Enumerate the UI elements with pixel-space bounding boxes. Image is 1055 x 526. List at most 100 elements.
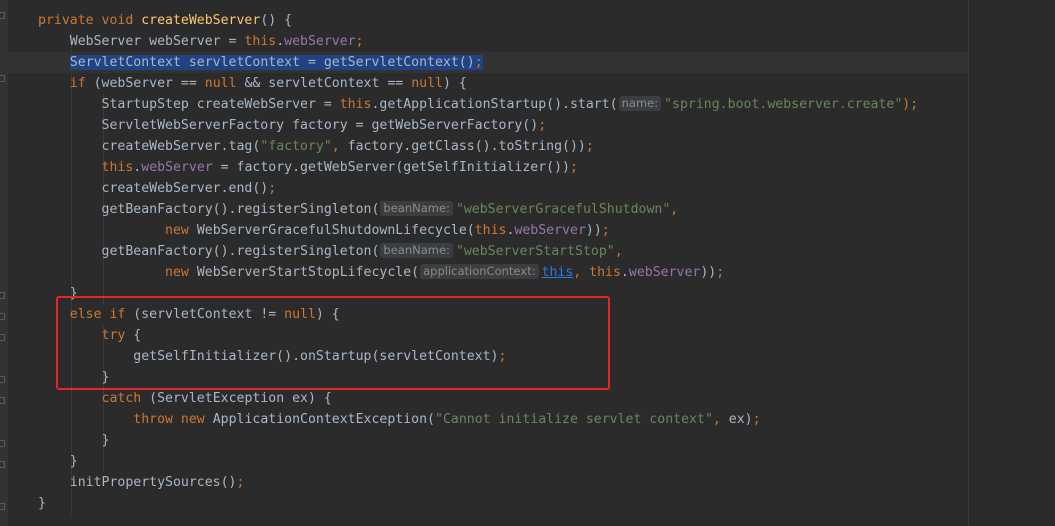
code-token: && servletContext == xyxy=(244,76,412,91)
code-line[interactable]: initPropertySources(); xyxy=(38,472,245,493)
code-line[interactable]: new WebServerStartStopLifecycle(applicat… xyxy=(38,262,724,283)
parameter-hint: beanName: xyxy=(380,201,453,216)
code-token: "Cannot initialize servlet context" xyxy=(435,412,713,427)
code-token: ; xyxy=(601,223,610,238)
code-line[interactable]: createWebServer.end(); xyxy=(38,178,277,199)
code-line[interactable]: if (webServer == null && servletContext … xyxy=(38,73,467,94)
code-token: private void xyxy=(38,13,142,28)
code-token: ApplicationContextException( xyxy=(212,412,435,427)
code-token: createWebServer.end() xyxy=(38,181,269,196)
code-token: ; xyxy=(355,34,364,49)
code-token[interactable]: this xyxy=(542,265,574,280)
code-token: , xyxy=(331,139,348,154)
code-token: , xyxy=(670,202,679,217)
code-token: new xyxy=(165,265,197,280)
code-token: )) xyxy=(700,265,717,280)
code-line[interactable]: ServletWebServerFactory factory = getWeb… xyxy=(38,115,547,136)
fold-marker-icon[interactable] xyxy=(0,12,5,19)
fold-marker-icon[interactable] xyxy=(0,334,5,341)
code-token: . xyxy=(276,34,285,49)
fold-marker-icon[interactable] xyxy=(0,292,5,299)
fold-marker-icon[interactable] xyxy=(0,75,5,82)
code-line[interactable]: private void createWebServer() { xyxy=(38,10,292,31)
code-token: , xyxy=(614,244,623,259)
code-token: this xyxy=(101,160,134,175)
code-token: if xyxy=(69,76,94,91)
code-token: initPropertySources() xyxy=(38,475,237,490)
code-token: () { xyxy=(260,13,293,28)
code-token: this xyxy=(244,34,277,49)
code-token: ex) xyxy=(728,412,753,427)
code-token: createWebServer xyxy=(141,13,261,28)
code-token: . xyxy=(620,265,629,280)
code-token: "webServerGracefulShutdown" xyxy=(455,202,671,217)
code-token: ; xyxy=(716,265,725,280)
code-line[interactable]: this.webServer = factory.getWebServer(ge… xyxy=(38,157,578,178)
code-token: "spring.boot.webserver.create" xyxy=(664,97,903,112)
code-token: } xyxy=(38,496,46,511)
code-token: factory.getClass().toString()) xyxy=(347,139,586,154)
code-token: null xyxy=(204,76,245,91)
code-token: null xyxy=(411,76,443,91)
code-line[interactable]: } xyxy=(38,430,110,451)
parameter-hint: applicationContext: xyxy=(420,264,539,279)
code-line[interactable]: ServletContext servletContext = getServl… xyxy=(0,52,968,73)
code-token: webServer xyxy=(284,34,356,49)
code-line[interactable]: new WebServerGracefulShutdownLifecycle(t… xyxy=(38,220,610,241)
code-token: "webServerStartStop" xyxy=(455,244,615,259)
fold-marker-icon[interactable] xyxy=(0,376,5,383)
code-token: createWebServer.tag( xyxy=(38,139,261,154)
code-token: webServer xyxy=(514,223,586,238)
code-token: (ServletException ex) { xyxy=(149,391,332,406)
code-line[interactable]: throw new ApplicationContextException("C… xyxy=(38,409,761,430)
code-line[interactable]: } xyxy=(38,451,78,472)
code-editor[interactable]: private void createWebServer() { WebServ… xyxy=(0,0,1055,526)
code-token: WebServerStartStopLifecycle( xyxy=(196,265,420,280)
code-token: } xyxy=(38,433,110,448)
code-token: (webServer == xyxy=(93,76,205,91)
code-token: )) xyxy=(585,223,602,238)
fold-marker-icon[interactable] xyxy=(0,503,5,510)
code-line[interactable]: getBeanFactory().registerSingleton(beanN… xyxy=(38,199,678,220)
fold-marker-icon[interactable] xyxy=(0,440,5,447)
code-line[interactable]: getBeanFactory().registerSingleton(beanN… xyxy=(38,241,623,262)
code-line[interactable]: } xyxy=(38,493,46,514)
code-token: throw new xyxy=(133,412,213,427)
code-token: this xyxy=(339,97,372,112)
right-margin-guide xyxy=(968,0,969,526)
code-token: this xyxy=(474,223,507,238)
fold-marker-icon[interactable] xyxy=(0,313,5,320)
code-token: getBeanFactory().registerSingleton( xyxy=(38,202,380,217)
code-token: .getApplicationStartup().start( xyxy=(371,97,618,112)
code-token: ; xyxy=(474,55,483,70)
code-token: ; xyxy=(585,139,594,154)
code-token: } xyxy=(38,454,78,469)
parameter-hint: beanName: xyxy=(380,243,453,258)
code-token: = factory.getWebServer(getSelfInitialize… xyxy=(212,160,570,175)
code-line[interactable]: WebServer webServer = this.webServer; xyxy=(38,31,364,52)
code-token: ; xyxy=(268,181,277,196)
code-line[interactable]: createWebServer.tag("factory", factory.g… xyxy=(38,136,594,157)
code-token: ; xyxy=(752,412,761,427)
fold-marker-icon[interactable] xyxy=(0,461,5,468)
code-token: ; xyxy=(570,160,578,175)
parameter-hint: name: xyxy=(618,96,662,111)
code-token: , xyxy=(573,265,590,280)
code-line[interactable]: catch (ServletException ex) { xyxy=(38,388,332,409)
code-token: webServer xyxy=(141,160,213,175)
code-token: ); xyxy=(902,97,919,112)
code-token: new xyxy=(165,223,197,238)
code-token: "factory" xyxy=(260,139,332,154)
code-token: this xyxy=(589,265,621,280)
code-token: , xyxy=(712,412,729,427)
code-line[interactable]: StartupStep createWebServer = this.getAp… xyxy=(38,94,918,115)
fold-marker-icon[interactable] xyxy=(0,397,5,404)
code-token: ; xyxy=(236,475,245,490)
